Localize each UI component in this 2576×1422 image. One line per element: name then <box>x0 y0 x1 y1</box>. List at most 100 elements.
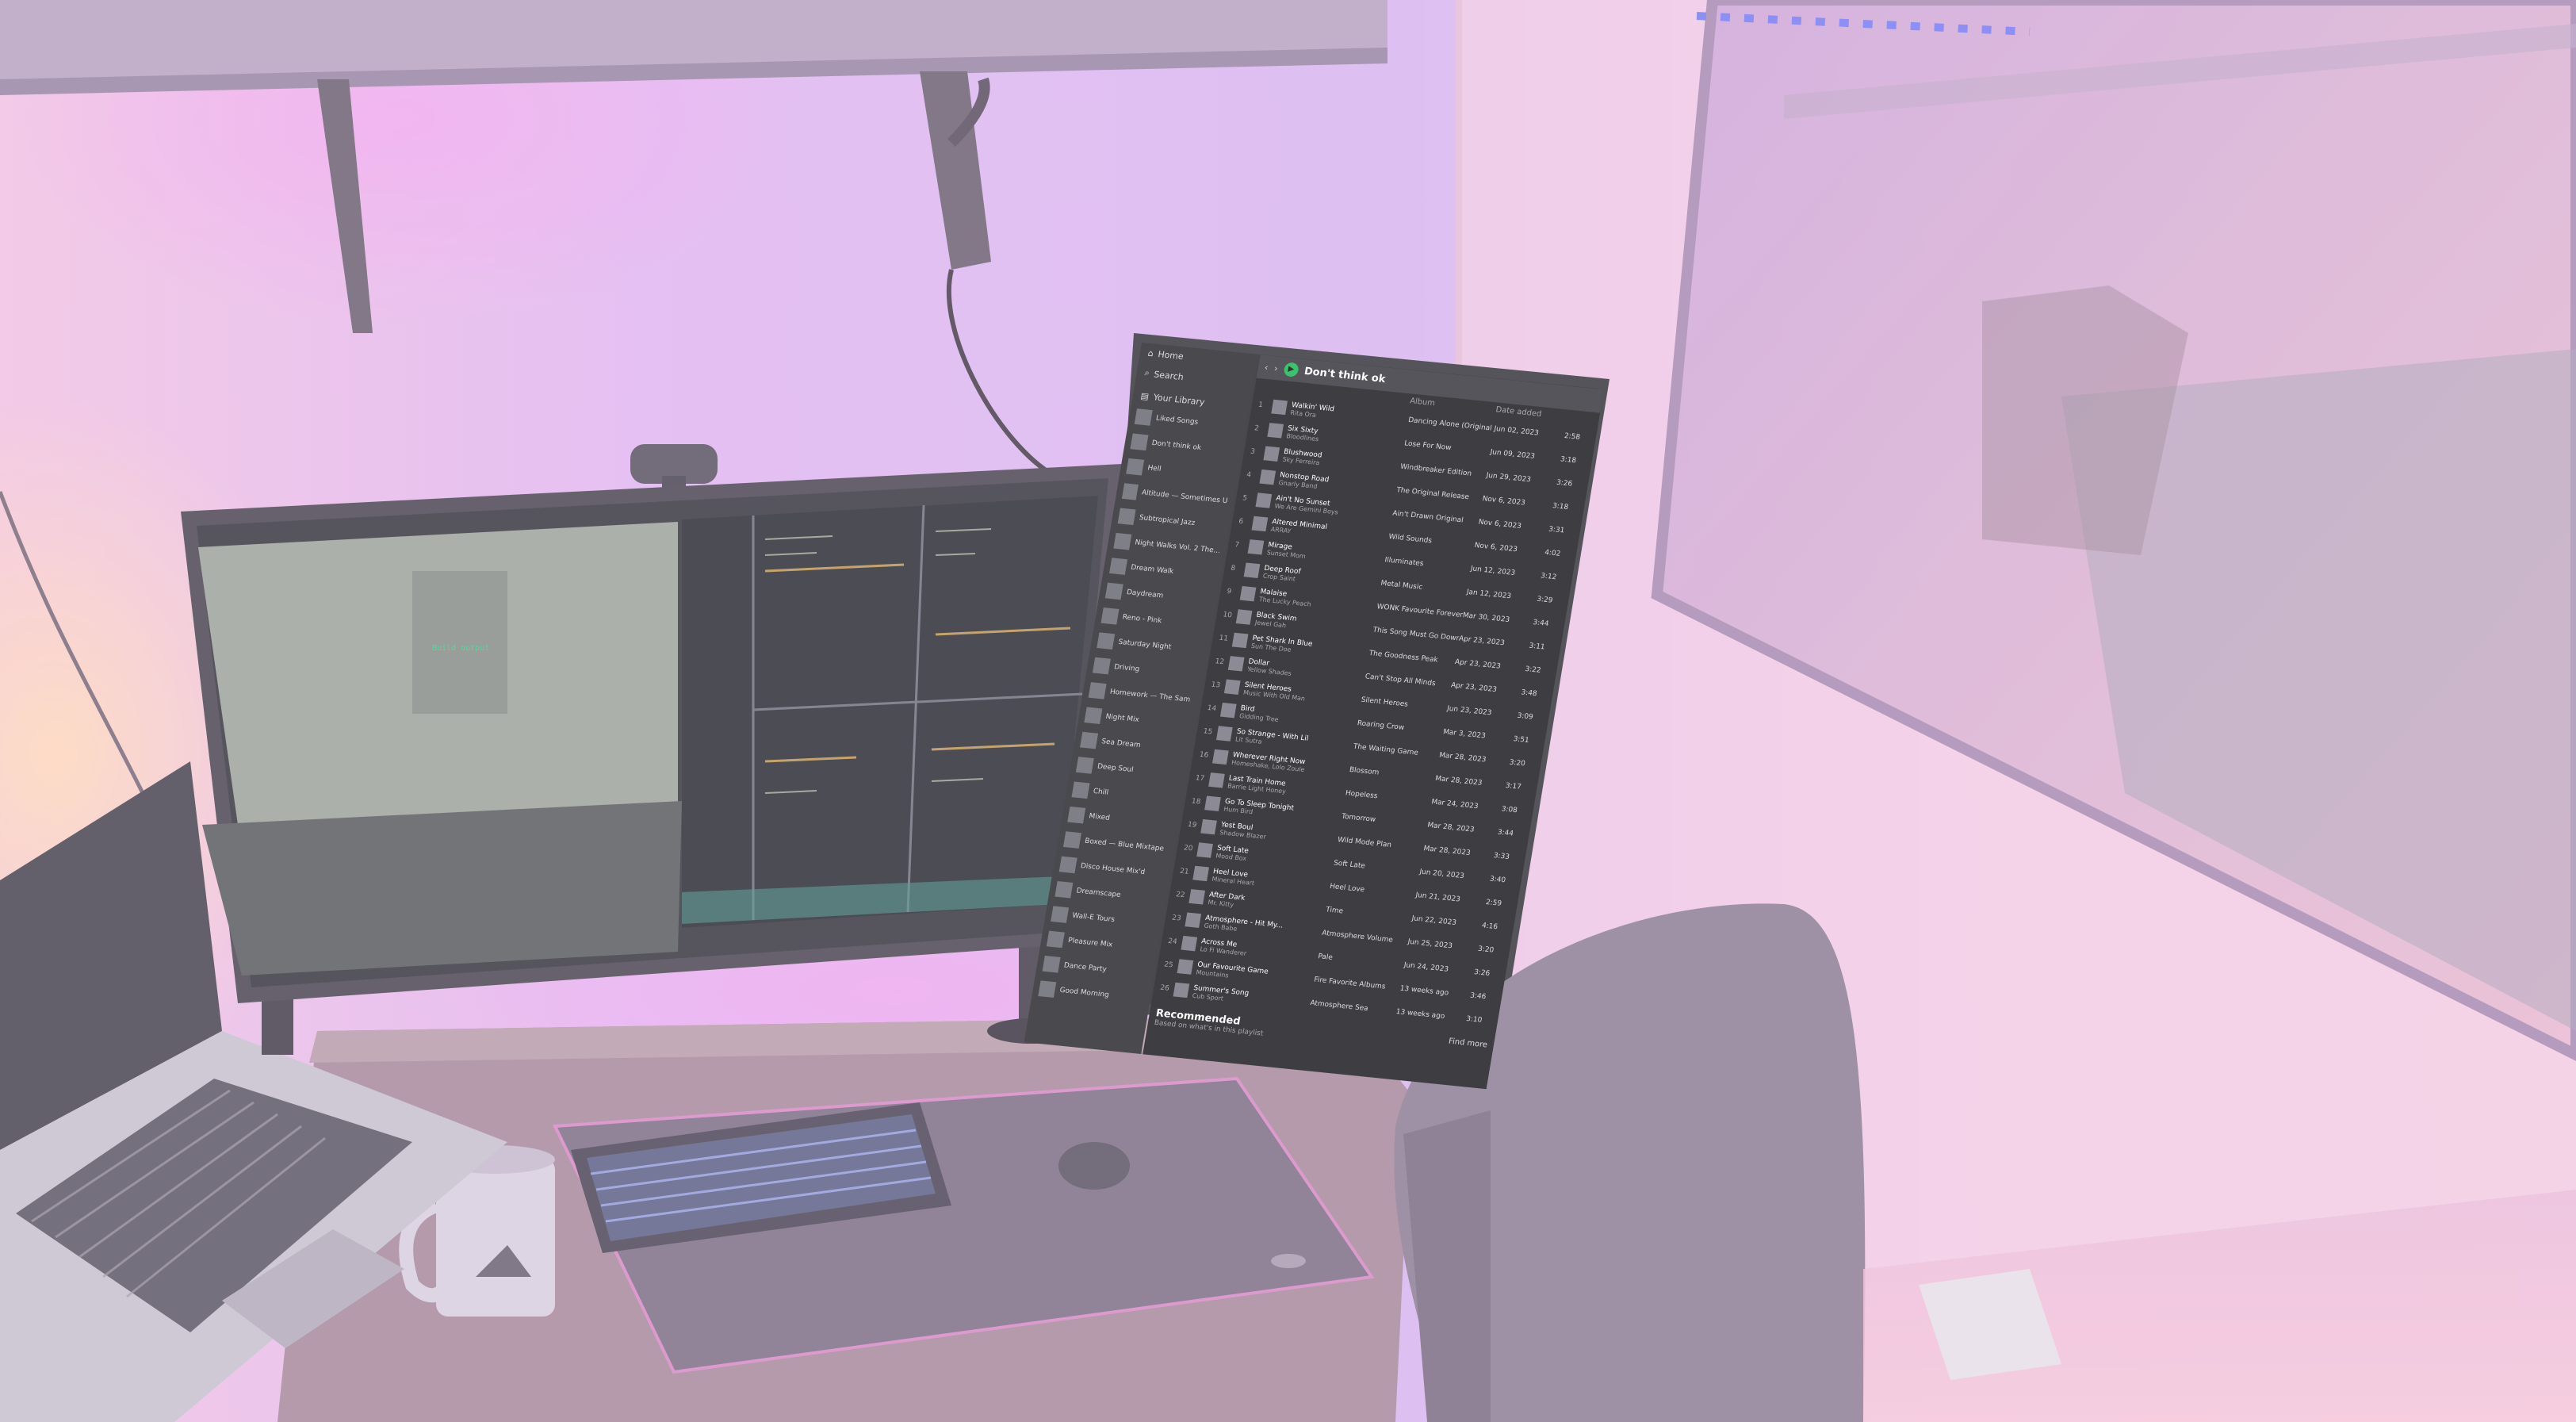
track-album: Roaring Crow <box>1356 719 1405 733</box>
library-item-label: Night Walks Vol. 2 The... <box>1134 539 1220 556</box>
playlist-cover <box>1038 980 1057 998</box>
nav-library-label: Your Library <box>1152 392 1206 408</box>
track-art <box>1185 912 1202 928</box>
track-album: Atmosphere Volume <box>1321 929 1394 945</box>
track-duration: 3:44 <box>1532 619 1550 629</box>
library-item-label: Reno - Pink <box>1121 613 1163 626</box>
track-album: The Original Release <box>1395 486 1470 502</box>
playlist-cover <box>1117 508 1136 526</box>
track-art <box>1267 423 1284 439</box>
track-art <box>1196 842 1213 858</box>
track-number: 2 <box>1254 424 1260 433</box>
track-number: 24 <box>1167 937 1178 946</box>
library-item-label: Pleasure Mix <box>1067 937 1113 949</box>
library-item-label: Homework — The Sam <box>1109 688 1191 704</box>
nav-home-label: Home <box>1157 349 1185 362</box>
track-album: Windbreaker Edition <box>1399 462 1472 478</box>
track-album: Blossom <box>1349 766 1380 777</box>
track-date: Nov 6, 2023 <box>1473 542 1518 554</box>
track-date: Jun 23, 2023 <box>1446 704 1493 718</box>
track-art <box>1204 795 1221 811</box>
playlist-cover <box>1092 657 1111 675</box>
library-item-label: Good Morning <box>1058 986 1110 999</box>
track-duration: 3:20 <box>1477 945 1495 955</box>
track-date: Mar 28, 2023 <box>1434 775 1483 788</box>
track-number: 6 <box>1238 517 1244 527</box>
library-item-label: Mixed <box>1088 812 1111 822</box>
track-number: 26 <box>1159 983 1170 993</box>
track-number: 3 <box>1250 447 1256 456</box>
track-album: Pale <box>1317 952 1334 962</box>
track-number: 9 <box>1226 588 1232 596</box>
track-album: Wild Sounds <box>1388 533 1433 546</box>
track-date: Apr 23, 2023 <box>1458 634 1506 648</box>
track-duration: 3:31 <box>1548 525 1565 535</box>
playlist-title: Don't think ok <box>1303 365 1387 385</box>
track-duration: 3:20 <box>1508 758 1526 768</box>
playlist-cover <box>1121 483 1139 500</box>
track-album: Lose For Now <box>1403 439 1453 453</box>
forward-icon[interactable]: › <box>1273 363 1278 374</box>
library-item-label: Liked Songs <box>1155 414 1199 427</box>
track-date: Jun 12, 2023 <box>1469 565 1516 577</box>
track-album: Hopeless <box>1345 789 1379 801</box>
track-date: Jun 20, 2023 <box>1418 868 1465 881</box>
track-number: 18 <box>1191 797 1201 807</box>
playlist-cover <box>1084 707 1103 725</box>
track-number: 23 <box>1171 914 1182 923</box>
track-art <box>1215 726 1233 742</box>
library-item-label: Saturday Night <box>1117 638 1172 652</box>
playlist-cover <box>1046 930 1065 949</box>
track-album: Metal Music <box>1380 579 1423 592</box>
horizontal-monitor: Build output <box>181 464 1122 1003</box>
library-item-label: Wall-E Tours <box>1071 911 1116 925</box>
track-art <box>1247 539 1265 555</box>
track-art <box>1263 446 1280 462</box>
track-date: Jun 21, 2023 <box>1414 891 1461 904</box>
track-number: 5 <box>1242 494 1248 503</box>
play-button[interactable]: ▶ <box>1283 362 1299 378</box>
track-art <box>1271 399 1288 416</box>
track-number: 8 <box>1230 564 1236 573</box>
track-album: Heel Love <box>1329 883 1365 895</box>
playlist-cover <box>1062 831 1081 849</box>
track-duration: 3:18 <box>1552 502 1569 512</box>
track-duration: 3:08 <box>1500 805 1518 815</box>
track-duration: 3:33 <box>1493 852 1510 862</box>
library-item-label: Chill <box>1092 788 1109 797</box>
track-duration: 3:18 <box>1560 455 1577 466</box>
back-icon[interactable]: ‹ <box>1264 362 1269 372</box>
track-art <box>1192 865 1209 882</box>
track-album: Atmosphere Sea <box>1309 999 1369 1014</box>
track-album: WONK Favourite Forever <box>1376 603 1464 620</box>
track-album: The Goodness Peak <box>1368 650 1439 665</box>
playlist-cover <box>1097 632 1116 650</box>
track-date: Mar 24, 2023 <box>1430 798 1479 811</box>
track-duration: 3:48 <box>1520 688 1538 699</box>
library-item-label: Night Mix <box>1104 712 1140 725</box>
track-duration: 3:40 <box>1489 875 1506 885</box>
track-art <box>1239 585 1257 602</box>
track-album: Ain't Drawn Original <box>1391 509 1464 525</box>
playlist-cover <box>1067 806 1086 824</box>
track-date: Nov 6, 2023 <box>1481 495 1526 508</box>
mouse <box>1058 1142 1130 1190</box>
library-item-label: Sea Dream <box>1100 738 1142 750</box>
track-number: 12 <box>1214 657 1225 667</box>
track-duration: 3:26 <box>1556 478 1573 489</box>
playlist-cover <box>1104 582 1123 600</box>
library-item-label: Boxed — Blue Mixtape <box>1084 837 1165 853</box>
track-art <box>1181 935 1198 952</box>
track-date: Mar 28, 2023 <box>1422 845 1472 858</box>
track-art <box>1212 749 1229 765</box>
track-album: Wild Mode Plan <box>1337 836 1392 849</box>
library-item-label: Daydream <box>1126 588 1164 600</box>
track-duration: 3:09 <box>1516 711 1534 722</box>
track-number: 11 <box>1218 634 1229 643</box>
track-duration: 3:51 <box>1512 735 1530 745</box>
track-album: Soft Late <box>1333 859 1366 871</box>
playlist-cover <box>1075 757 1094 774</box>
track-date: Jan 12, 2023 <box>1466 588 1512 601</box>
track-duration: 2:58 <box>1564 431 1581 442</box>
nav-search-label: Search <box>1153 369 1185 382</box>
